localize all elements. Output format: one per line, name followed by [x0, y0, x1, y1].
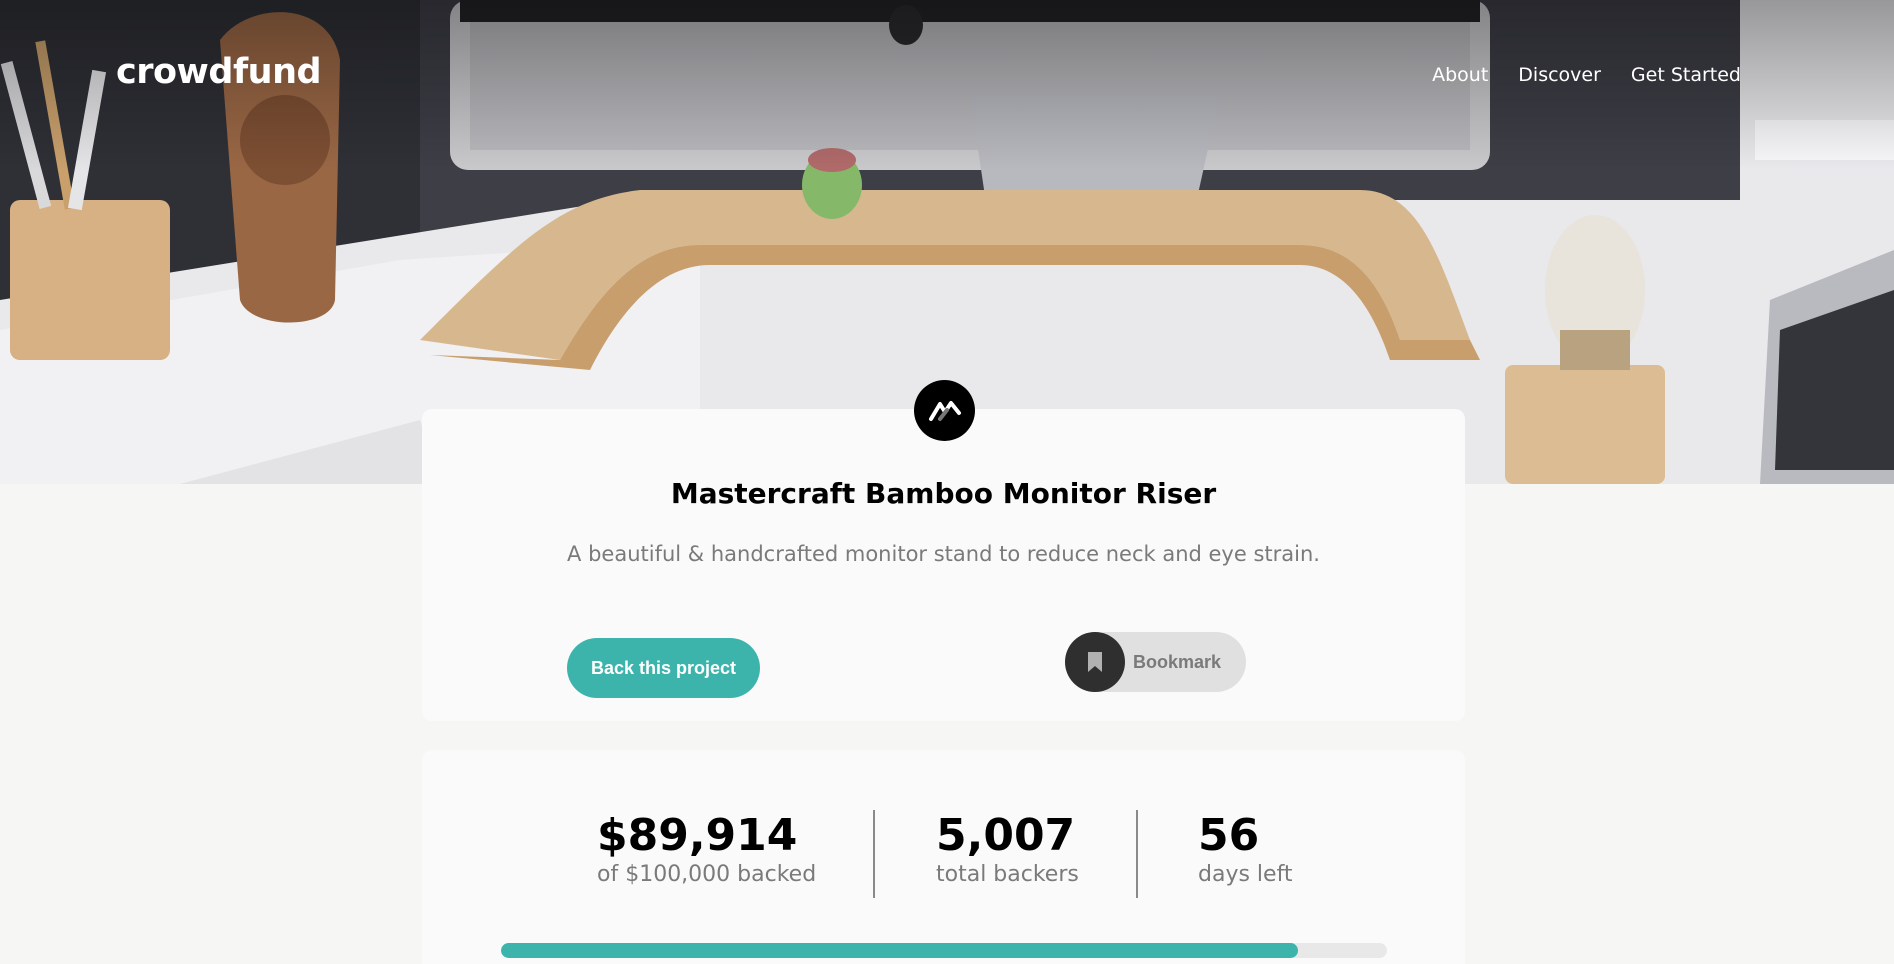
stat-days: 56 days left	[1198, 810, 1293, 888]
back-project-button[interactable]: Back this project	[567, 638, 760, 698]
stat-backers-value: 5,007	[936, 810, 1076, 861]
bookmark-label: Bookmark	[1133, 651, 1222, 672]
nav-about[interactable]: About	[1432, 64, 1488, 86]
progress-bar	[501, 943, 1387, 958]
stat-divider	[1136, 810, 1138, 898]
mastercraft-logo-icon	[914, 380, 975, 441]
stat-backed-value: $89,914	[597, 810, 798, 861]
main-nav: About Discover Get Started	[1432, 64, 1741, 86]
stat-backed: $89,914 of $100,000 backed	[597, 810, 817, 888]
stat-backers: 5,007 total backers	[936, 810, 1079, 888]
stat-backed-label: of $100,000 backed	[597, 862, 817, 888]
nav-discover[interactable]: Discover	[1518, 64, 1601, 86]
stat-days-value: 56	[1198, 810, 1260, 861]
stats-card: $89,914 of $100,000 backed 5,007 total b…	[422, 750, 1465, 964]
brand-logo[interactable]: crowdfund	[116, 52, 322, 92]
project-card: Mastercraft Bamboo Monitor Riser A beaut…	[422, 409, 1465, 721]
stat-days-label: days left	[1198, 862, 1293, 888]
progress-bar-fill	[501, 943, 1298, 958]
bookmark-icon	[1065, 632, 1125, 692]
bookmark-button[interactable]: Bookmark	[1065, 632, 1246, 692]
nav-get-started[interactable]: Get Started	[1631, 64, 1741, 86]
project-subtitle: A beautiful & handcrafted monitor stand …	[567, 542, 1320, 566]
project-title: Mastercraft Bamboo Monitor Riser	[670, 477, 1217, 510]
stat-backers-label: total backers	[936, 862, 1079, 888]
stat-divider	[873, 810, 875, 898]
